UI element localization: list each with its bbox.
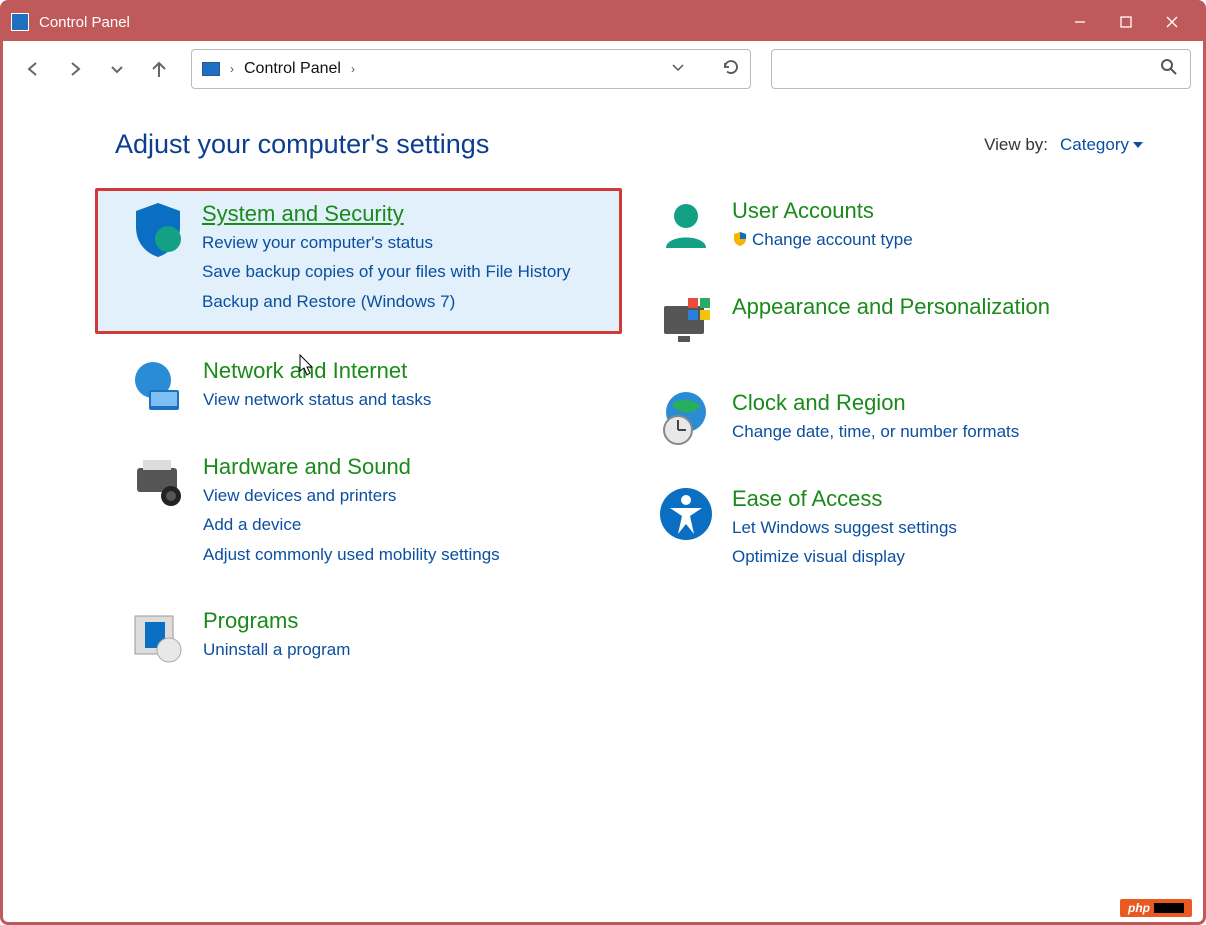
category-title-users[interactable]: User Accounts <box>732 198 913 224</box>
header-row: Adjust your computer's settings View by:… <box>115 129 1143 160</box>
right-column: User Accounts Change account type Appear… <box>644 188 1143 680</box>
category-appearance[interactable]: Appearance and Personalization <box>644 284 1143 366</box>
link-uninstall[interactable]: Uninstall a program <box>203 637 350 663</box>
category-user-accounts[interactable]: User Accounts Change account type <box>644 188 1143 270</box>
close-icon <box>1165 15 1179 29</box>
category-network[interactable]: Network and Internet View network status… <box>115 348 614 430</box>
left-column: System and Security Review your computer… <box>115 188 614 680</box>
category-title-clock[interactable]: Clock and Region <box>732 390 1019 416</box>
programs-icon <box>129 608 185 664</box>
link-file-history[interactable]: Save backup copies of your files with Fi… <box>202 259 571 285</box>
monitor-icon <box>658 294 714 350</box>
breadcrumb[interactable]: Control Panel <box>244 60 341 78</box>
view-by: View by: Category <box>984 135 1143 155</box>
link-visual-display[interactable]: Optimize visual display <box>732 544 957 570</box>
refresh-button[interactable] <box>722 58 740 81</box>
link-change-account-type[interactable]: Change account type <box>732 227 913 253</box>
chevron-down-icon <box>1133 140 1143 150</box>
watermark-text: php <box>1128 901 1150 915</box>
page-title: Adjust your computer's settings <box>115 129 489 160</box>
category-hardware[interactable]: Hardware and Sound View devices and prin… <box>115 444 614 584</box>
category-title-system[interactable]: System and Security <box>202 201 571 227</box>
watermark: php <box>1120 899 1192 917</box>
category-programs[interactable]: Programs Uninstall a program <box>115 598 614 680</box>
view-by-dropdown[interactable]: Category <box>1060 135 1143 155</box>
link-network-status[interactable]: View network status and tasks <box>203 387 431 413</box>
view-by-label: View by: <box>984 135 1048 155</box>
chevron-right-icon: › <box>230 62 234 76</box>
history-dropdown[interactable] <box>670 59 686 80</box>
globe-icon <box>129 358 185 414</box>
forward-button[interactable] <box>57 51 93 87</box>
app-icon <box>11 13 29 31</box>
recent-dropdown[interactable] <box>99 51 135 87</box>
category-title-programs[interactable]: Programs <box>203 608 350 634</box>
link-backup-restore[interactable]: Backup and Restore (Windows 7) <box>202 289 571 315</box>
chevron-right-icon: › <box>351 62 355 76</box>
titlebar: Control Panel <box>3 3 1203 41</box>
uac-shield-icon <box>732 229 748 245</box>
category-title-hardware[interactable]: Hardware and Sound <box>203 454 500 480</box>
link-review-status[interactable]: Review your computer's status <box>202 230 571 256</box>
close-button[interactable] <box>1149 3 1195 41</box>
control-panel-window: Control Panel › Control Panel › <box>0 0 1206 925</box>
category-columns: System and Security Review your computer… <box>115 188 1143 680</box>
minimize-icon <box>1073 15 1087 29</box>
link-devices-printers[interactable]: View devices and printers <box>203 483 500 509</box>
search-icon <box>1160 58 1178 81</box>
back-button[interactable] <box>15 51 51 87</box>
address-bar[interactable]: › Control Panel › <box>191 49 751 89</box>
category-title-appearance[interactable]: Appearance and Personalization <box>732 294 1050 320</box>
up-button[interactable] <box>141 51 177 87</box>
link-date-time[interactable]: Change date, time, or number formats <box>732 419 1019 445</box>
category-title-ease[interactable]: Ease of Access <box>732 486 957 512</box>
category-ease-of-access[interactable]: Ease of Access Let Windows suggest setti… <box>644 476 1143 587</box>
user-icon <box>658 198 714 254</box>
view-by-value: Category <box>1060 135 1129 155</box>
category-system-security[interactable]: System and Security Review your computer… <box>95 188 622 334</box>
control-panel-icon <box>202 62 220 76</box>
minimize-button[interactable] <box>1057 3 1103 41</box>
window-title: Control Panel <box>39 14 130 31</box>
category-title-network[interactable]: Network and Internet <box>203 358 431 384</box>
navbar: › Control Panel › <box>3 41 1203 97</box>
link-mobility[interactable]: Adjust commonly used mobility settings <box>203 542 500 568</box>
category-clock[interactable]: Clock and Region Change date, time, or n… <box>644 380 1143 462</box>
accessibility-icon <box>658 486 714 542</box>
clock-globe-icon <box>658 390 714 446</box>
maximize-icon <box>1119 15 1133 29</box>
search-input[interactable] <box>771 49 1191 89</box>
link-suggest-settings[interactable]: Let Windows suggest settings <box>732 515 957 541</box>
printer-icon <box>129 454 185 510</box>
maximize-button[interactable] <box>1103 3 1149 41</box>
content-area: Adjust your computer's settings View by:… <box>3 97 1203 690</box>
shield-icon <box>128 201 184 257</box>
link-add-device[interactable]: Add a device <box>203 512 500 538</box>
